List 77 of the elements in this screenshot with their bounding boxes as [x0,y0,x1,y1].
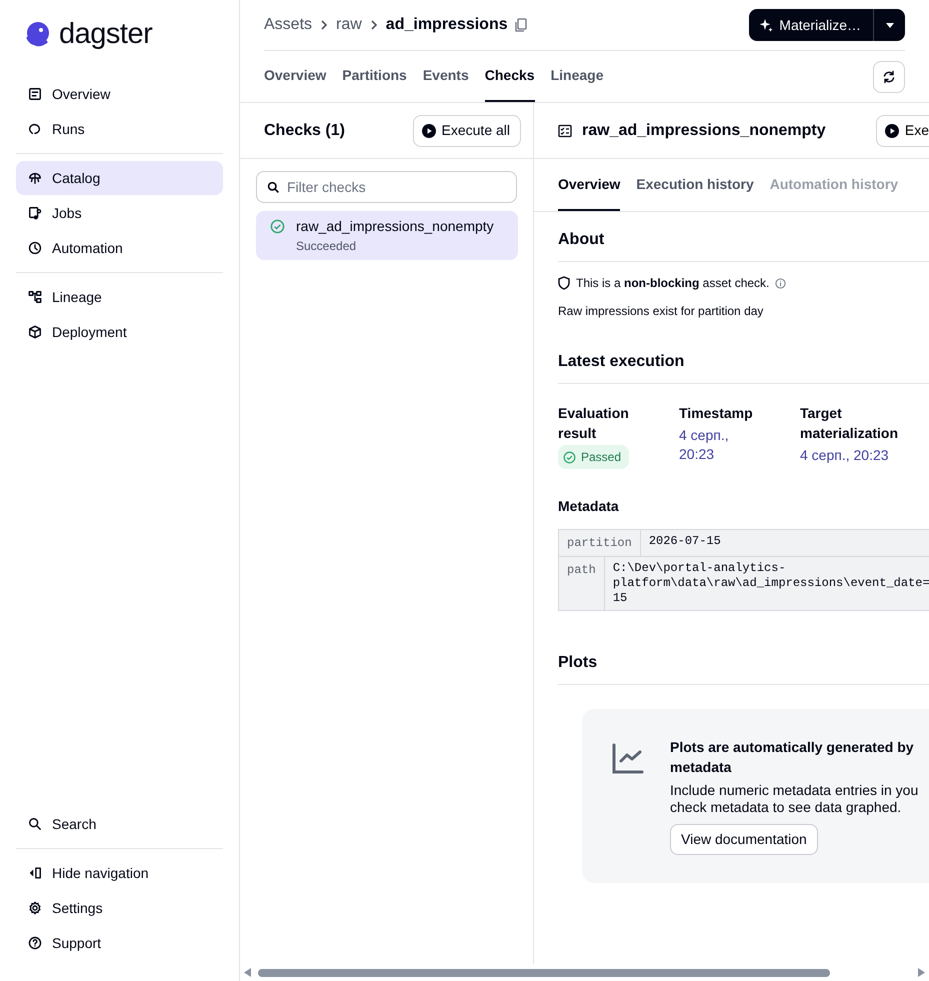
section-heading: Metadata [558,496,620,516]
documentation-button[interactable]: View documentation [670,824,818,856]
field-label: Timestamp [679,404,754,424]
caret-icon [886,22,894,28]
check-item[interactable]: raw_ad_impressions_nonempty Succeeded [256,211,518,260]
success-icon [563,450,576,464]
breadcrumb-link[interactable]: raw [336,13,362,37]
nav-item[interactable]: Catalog [16,161,223,195]
overview-icon [28,87,42,101]
nav-item[interactable]: Overview [16,77,223,111]
collapse-icon [28,866,42,880]
settings-icon [28,901,42,915]
nav-item[interactable]: Settings [16,891,223,925]
tab[interactable]: Checks [484,51,535,102]
scrollbar-thumb[interactable] [258,968,830,976]
refresh-button[interactable] [873,60,905,92]
field-label: Target materialization [800,404,900,444]
section-heading: About [558,212,929,262]
status-badge: Passed [558,445,630,470]
metadata-key: path [559,556,605,610]
checklist-icon [558,124,572,138]
nav-item[interactable]: Search [16,807,223,841]
nav-item[interactable]: Lineage [16,280,223,314]
nav-item[interactable]: Deployment [16,315,223,349]
scroll-right-icon [918,968,925,977]
logo-text: dagster [59,17,152,52]
refresh-icon [882,70,896,84]
check-status: Succeeded [296,238,358,255]
tab[interactable]: Overview [264,51,326,102]
play-icon [884,124,899,138]
breadcrumb-current: ad_impressions [386,15,508,35]
section-heading: Plots [558,634,929,686]
search-field[interactable]: Filter checks [256,171,517,203]
empty-description: Include numeric metadata entries in you check metadata to see data graphed. [670,782,920,816]
success-icon [270,219,285,234]
metadata-value: C:\Dev\portal-analytics- platform\data\raw\ad_impressions\event_date= 15 [612,560,929,607]
jobs-icon [28,206,42,220]
execute-button[interactable]: Exe [876,114,929,146]
tab[interactable]: Partitions [342,51,407,102]
description: Raw impressions exist for partition day [558,303,764,320]
field-label: Evaluation result [558,404,630,444]
tab[interactable]: Lineage [550,51,604,102]
timestamp-link[interactable]: 4 серп., 20:23 [679,426,767,464]
info-icon [775,278,786,289]
cube-icon [28,325,42,339]
check-title: raw_ad_impressions_nonempty [582,120,826,140]
nav-item[interactable]: Runs [16,112,223,146]
empty-title: Plots are automatically generated by metadata [670,738,915,778]
nav-item[interactable]: Automation [16,231,223,265]
metadata-value: 2026-07-15 [648,532,722,550]
umbrella-icon [28,171,42,185]
clock-icon [28,241,42,255]
sparkle-icon [759,18,774,32]
tab[interactable]: Overview [558,159,620,211]
scroll-left-icon [244,968,251,977]
search-icon [28,817,42,831]
tab[interactable]: Events [422,51,469,102]
tab[interactable]: Execution history [636,159,754,211]
lineage-icon [28,290,42,304]
chevron-icon [370,20,378,30]
chevron-icon [320,20,328,30]
copy-icon [514,18,527,32]
panel-title: Checks (1) [264,120,345,140]
notice-text: This is a non-blocking asset check. [576,275,770,292]
check-name: raw_ad_impressions_nonempty [296,217,494,236]
breadcrumb-link[interactable]: Assets [264,13,312,37]
play-icon [422,124,436,138]
loop-icon [28,122,42,136]
section-heading: Latest execution [558,334,929,384]
nav-item[interactable]: Support [16,926,223,960]
nav-item[interactable]: Jobs [16,196,223,230]
help-icon [28,936,42,950]
metadata-key: partition [559,530,641,556]
nav-item[interactable]: Hide navigation [16,856,223,890]
timestamp-link[interactable]: 4 серп., 20:23 [800,446,889,466]
execute-all-button[interactable]: Execute all [412,114,521,146]
shield-icon [558,276,570,290]
